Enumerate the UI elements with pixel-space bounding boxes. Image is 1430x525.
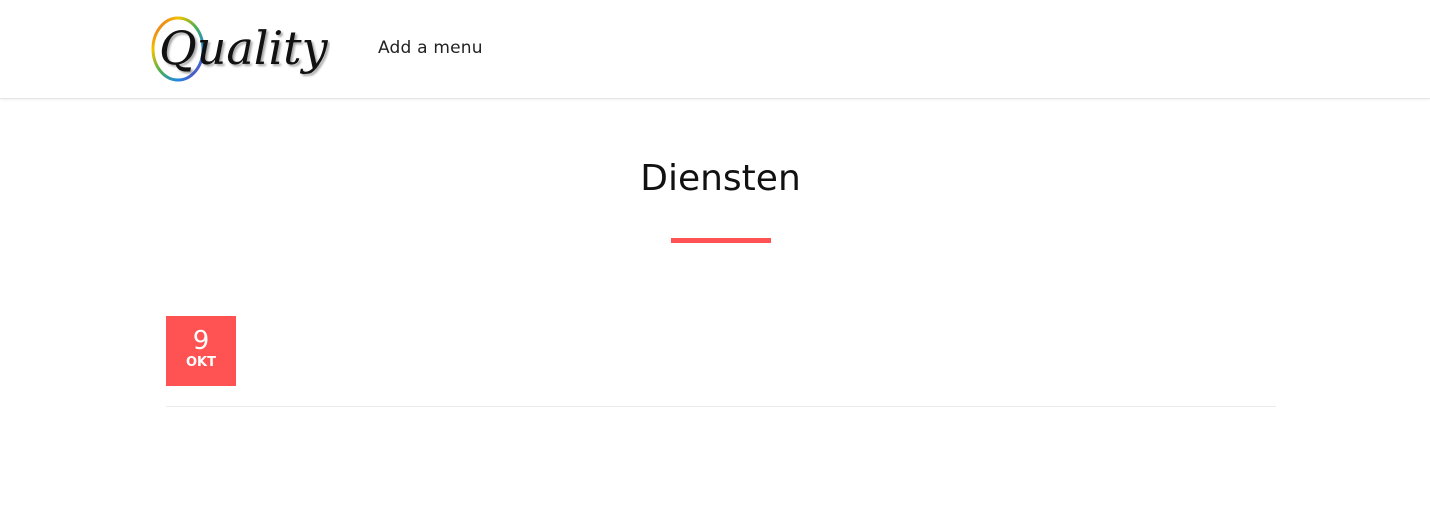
site-logo[interactable]: Quality xyxy=(150,14,330,86)
date-month: OKT xyxy=(186,355,216,370)
post-item: 9 OKT xyxy=(166,316,1276,407)
quality-logo-icon: Quality xyxy=(151,16,329,82)
date-badge: 9 OKT xyxy=(166,316,236,386)
nav-item-add-a-menu[interactable]: Add a menu xyxy=(378,38,483,58)
site-header: Quality Add a menu xyxy=(0,0,1430,99)
logo-text: Quality xyxy=(159,21,329,75)
title-underline xyxy=(671,238,771,243)
page-title: Diensten xyxy=(640,158,801,199)
date-day: 9 xyxy=(192,326,210,356)
